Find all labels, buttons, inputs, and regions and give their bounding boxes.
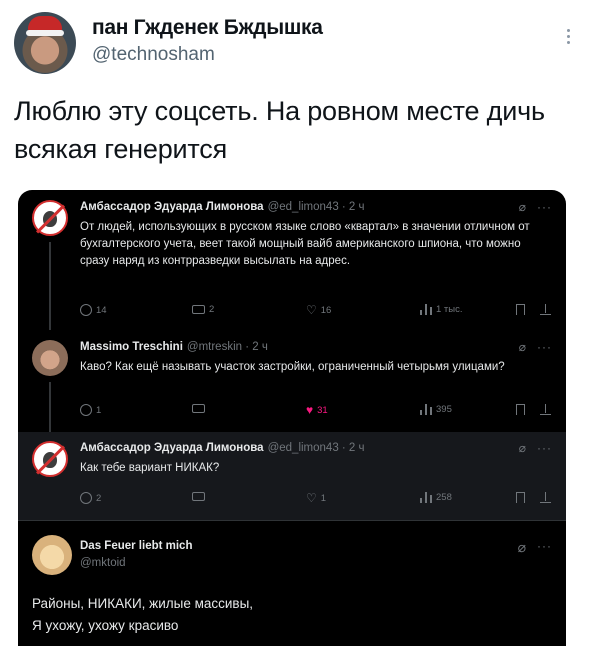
more-icon[interactable]: ···: [537, 340, 552, 354]
like-button[interactable]: ♥ 31: [306, 404, 328, 416]
repost-icon: [192, 404, 205, 413]
like-button[interactable]: ♡ 16: [306, 304, 331, 316]
tweet-header: Massimo Treschini @mtreskin · 2 ч: [80, 341, 268, 353]
share-icon: [540, 404, 551, 415]
repost-icon: [192, 305, 205, 314]
views-count: 395: [436, 404, 452, 415]
repost-button[interactable]: [192, 404, 205, 413]
bookmark-icon: [516, 492, 525, 503]
share-icon: [540, 304, 551, 315]
santa-hat-brim: [26, 30, 64, 36]
thread-line: [49, 382, 51, 432]
grok-icon[interactable]: ⌀: [518, 539, 526, 556]
views-icon: [420, 304, 432, 315]
bookmark-button[interactable]: [516, 404, 525, 415]
reply-button[interactable]: 2: [80, 492, 101, 504]
like-button[interactable]: ♡ 1: [306, 492, 326, 504]
like-count: 1: [320, 492, 327, 504]
tweet-header: Амбассадор Эдуарда Лимонова @ed_limon43 ·…: [80, 201, 365, 213]
embedded-screenshot[interactable]: Амбассадор Эдуарда Лимонова @ed_limon43 ·…: [18, 190, 566, 646]
share-icon: [540, 492, 551, 503]
repost-icon: [192, 492, 205, 501]
views-icon: [420, 404, 432, 415]
like-count: 31: [317, 404, 328, 416]
share-button[interactable]: [540, 492, 551, 503]
repost-button[interactable]: [192, 492, 205, 501]
tweet-handle-time: @ed_limon43 · 2 ч: [267, 442, 365, 454]
grok-icon[interactable]: ⌀: [519, 340, 526, 354]
focused-tweet[interactable]: Das Feuer liebt mich @mktoid ⌀ ··· Район…: [18, 521, 566, 646]
bookmark-button[interactable]: [516, 304, 525, 315]
man-photo-avatar[interactable]: [32, 340, 68, 376]
heart-icon: ♡: [306, 491, 317, 505]
tweet-text-line-2: Я ухожу, ухожу красиво: [32, 618, 179, 633]
bookmark-icon: [516, 304, 525, 315]
tweet-header: Das Feuer liebt mich: [80, 540, 192, 552]
tweet-handle-time: @mtreskin · 2 ч: [186, 341, 268, 353]
reply-button[interactable]: 14: [80, 304, 107, 316]
views-count: 258: [436, 492, 452, 503]
tweet-author-name[interactable]: Амбассадор Эдуарда Лимонова: [80, 201, 264, 213]
views-button[interactable]: 395: [420, 404, 452, 415]
author-handle[interactable]: @technosham: [92, 44, 215, 66]
thread-tweet-2[interactable]: Massimo Treschini @mtreskin · 2 ч ⌀ ··· К…: [18, 332, 566, 432]
views-button[interactable]: 258: [420, 492, 452, 503]
tweet-actions: 2 ♡ 1 258: [80, 492, 551, 508]
more-icon[interactable]: ···: [537, 200, 552, 214]
bear-avatar[interactable]: [32, 535, 72, 575]
tweet-author-name[interactable]: Das Feuer liebt mich: [80, 540, 192, 552]
tweet-author-name[interactable]: Massimo Treschini: [80, 341, 183, 353]
tweet-text: Каво? Как ещё называть участок застройки…: [80, 361, 505, 373]
author-avatar[interactable]: [14, 12, 76, 74]
tweet-handle[interactable]: @mktoid: [80, 557, 126, 569]
thread-tweet-1[interactable]: Амбассадор Эдуарда Лимонова @ed_limon43 ·…: [18, 190, 566, 332]
grenade-prohibited-icon[interactable]: [32, 441, 68, 477]
tweet-author-name[interactable]: Амбассадор Эдуарда Лимонова: [80, 442, 264, 454]
grenade-prohibited-icon[interactable]: [32, 200, 68, 236]
tweet-actions: 14 2 ♡ 16 1 тыс.: [80, 304, 551, 320]
views-count: 1 тыс.: [436, 304, 463, 315]
reply-count: 2: [96, 492, 102, 504]
repost-count: 2: [209, 304, 215, 315]
thread-line: [49, 242, 51, 330]
reply-icon: [80, 404, 92, 416]
bookmark-button[interactable]: [516, 492, 525, 503]
repost-button[interactable]: 2: [192, 304, 214, 315]
tweet-header: Амбассадор Эдуарда Лимонова @ed_limon43 ·…: [80, 442, 365, 454]
tweet-text: Как тебе вариант НИКАК?: [80, 462, 220, 474]
bookmark-icon: [516, 404, 525, 415]
more-options-icon[interactable]: [561, 26, 575, 54]
heart-icon: ♡: [306, 303, 317, 317]
reply-icon: [80, 304, 92, 316]
tweet-text-line-1: Районы, НИКАКИ, жилые массивы,: [32, 596, 254, 611]
tweet-actions: 1 ♥ 31 395: [80, 404, 551, 420]
thread-tweet-3[interactable]: Амбассадор Эдуарда Лимонова @ed_limon43 ·…: [18, 432, 566, 520]
like-count: 16: [320, 304, 332, 316]
reply-count: 14: [96, 304, 107, 316]
heart-filled-icon: ♥: [306, 403, 314, 417]
views-button[interactable]: 1 тыс.: [420, 304, 463, 315]
more-icon[interactable]: ···: [537, 539, 552, 553]
reply-count: 1: [96, 404, 102, 416]
author-name[interactable]: пан Гжденек Бждышка: [92, 16, 323, 40]
tweet-handle-time: @ed_limon43 · 2 ч: [267, 201, 365, 213]
grok-icon[interactable]: ⌀: [519, 441, 526, 455]
reply-icon: [80, 492, 92, 504]
tweet-handle-row: @mktoid: [80, 557, 126, 569]
views-icon: [420, 492, 432, 503]
tweet-text: От людей, использующих в русском языке с…: [80, 221, 530, 267]
post-header: пан Гжденек Бждышка @technosham: [14, 12, 577, 76]
post-text: Люблю эту соцсеть. На ровном месте дичь …: [14, 96, 545, 164]
grok-icon[interactable]: ⌀: [519, 200, 526, 214]
more-icon[interactable]: ···: [537, 441, 552, 455]
share-button[interactable]: [540, 404, 551, 415]
share-button[interactable]: [540, 304, 551, 315]
reply-button[interactable]: 1: [80, 404, 101, 416]
